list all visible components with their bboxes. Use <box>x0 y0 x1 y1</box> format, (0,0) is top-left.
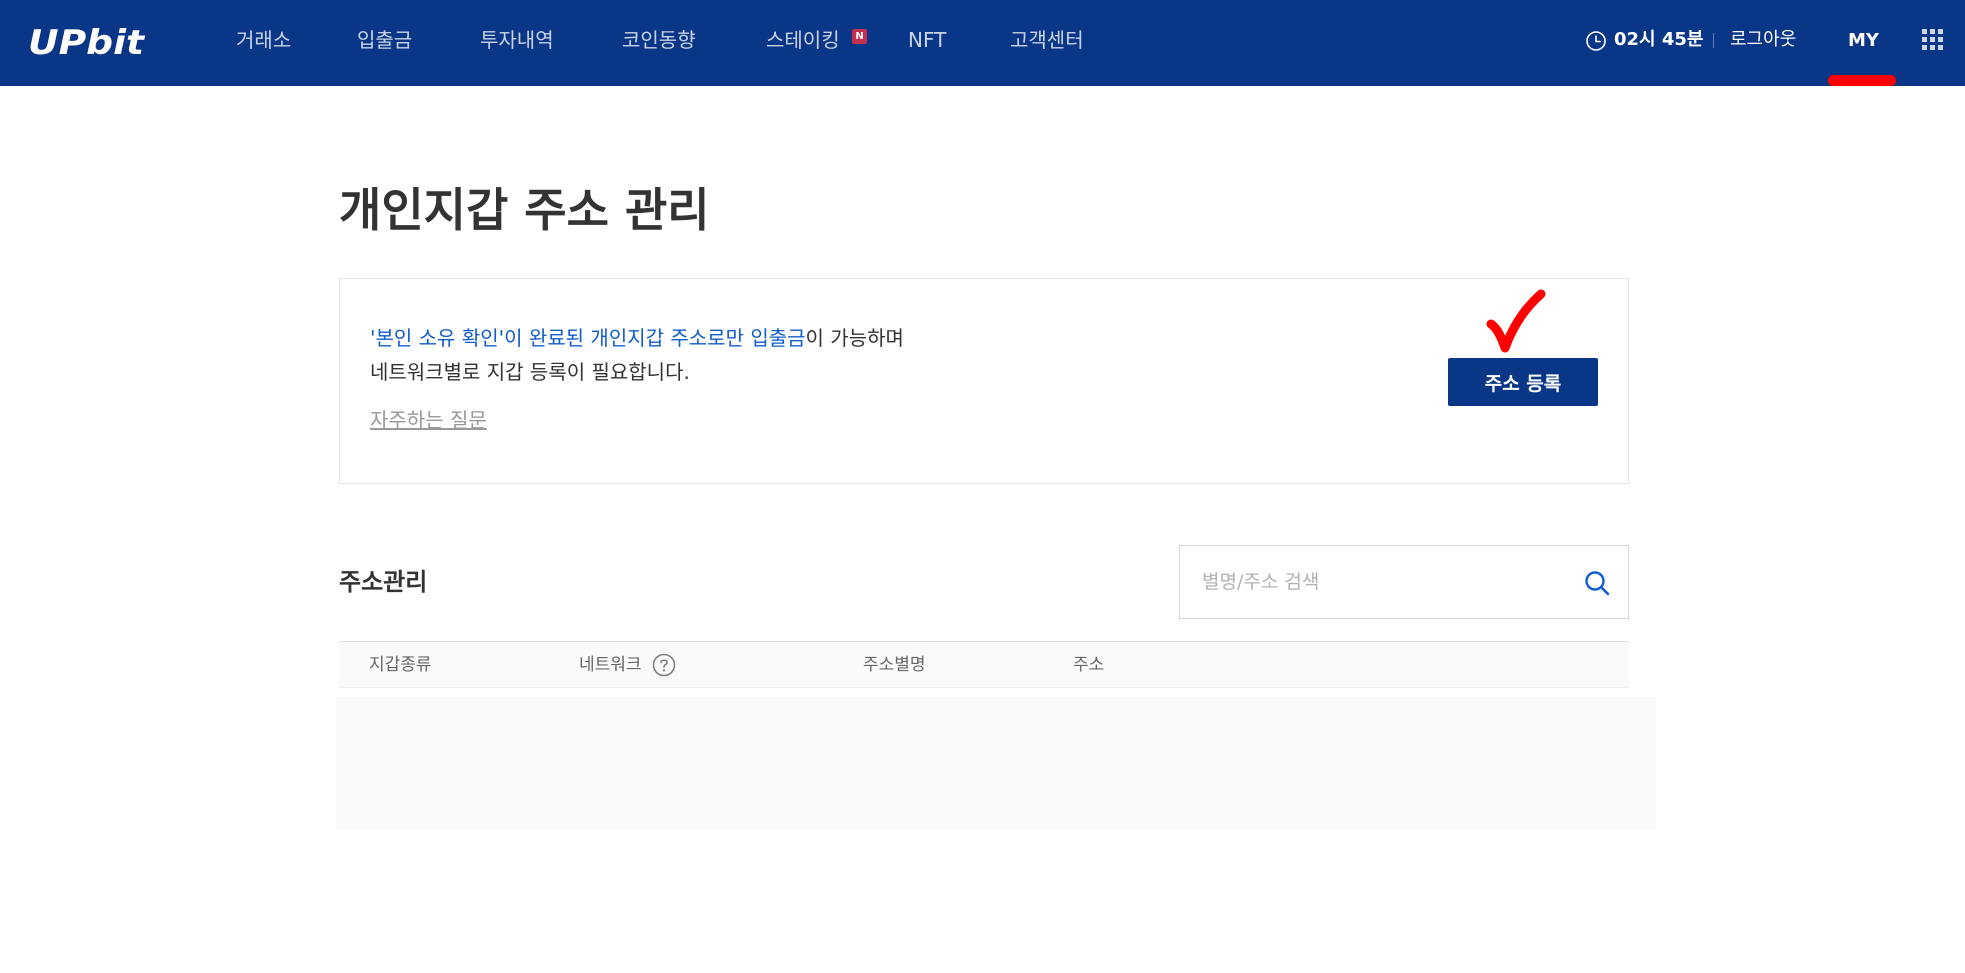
nav-exchange[interactable]: 거래소 <box>236 27 291 53</box>
nav-nft[interactable]: NFT <box>908 27 946 53</box>
info-line-1-rest: 이 가능하며 <box>805 326 904 350</box>
faq-link[interactable]: 자주하는 질문 <box>370 405 487 435</box>
search-input[interactable] <box>1200 564 1560 600</box>
info-line-1: '본인 소유 확인'이 완료된 개인지갑 주소로만 입출금이 가능하며 <box>370 323 904 353</box>
column-address-alias: 주소별명 <box>863 655 926 675</box>
info-line-2: 네트워크별로 지갑 등록이 필요합니다. <box>370 360 690 384</box>
top-navigation-bar: UPbit 거래소 입출금 투자내역 코인동향 스테이킹 NFT 고객센터 N … <box>0 0 1965 86</box>
apps-grid-icon[interactable] <box>1922 29 1944 51</box>
table-header: 지갑종류 네트워크 주소별명 주소 <box>339 641 1629 688</box>
clock-icon <box>1586 31 1606 51</box>
nav-investment-history[interactable]: 투자내역 <box>480 27 554 53</box>
page-title: 개인지갑 주소 관리 <box>339 183 710 237</box>
nav-customer-center[interactable]: 고객센터 <box>1010 27 1084 53</box>
search-icon[interactable] <box>1584 570 1610 596</box>
nav-coin-trends[interactable]: 코인동향 <box>622 27 696 53</box>
header-divider <box>1713 33 1714 48</box>
nav-my[interactable]: MY <box>1848 28 1879 54</box>
table-body-empty <box>336 697 1656 829</box>
register-address-button[interactable]: 주소 등록 <box>1448 358 1598 406</box>
search-box <box>1179 545 1629 619</box>
column-network: 네트워크 <box>579 655 642 675</box>
info-box: '본인 소유 확인'이 완료된 개인지갑 주소로만 입출금이 가능하며 네트워크… <box>339 278 1629 484</box>
column-wallet-type: 지갑종류 <box>369 655 432 675</box>
clock-time: 02시 45분 <box>1614 29 1704 50</box>
question-circle-icon[interactable] <box>652 653 676 677</box>
svg-text:UPbit: UPbit <box>28 23 146 62</box>
column-address: 주소 <box>1073 655 1105 675</box>
logout-link[interactable]: 로그아웃 <box>1730 27 1796 53</box>
info-highlight: '본인 소유 확인'이 완료된 개인지갑 주소로만 입출금 <box>370 326 806 350</box>
new-badge: N <box>852 29 867 44</box>
upbit-logo[interactable]: UPbit <box>26 20 146 62</box>
nav-deposit-withdraw[interactable]: 입출금 <box>357 27 412 53</box>
my-active-underline <box>1828 75 1896 86</box>
nav-staking[interactable]: 스테이킹 <box>766 27 840 53</box>
section-title: 주소관리 <box>339 568 428 596</box>
